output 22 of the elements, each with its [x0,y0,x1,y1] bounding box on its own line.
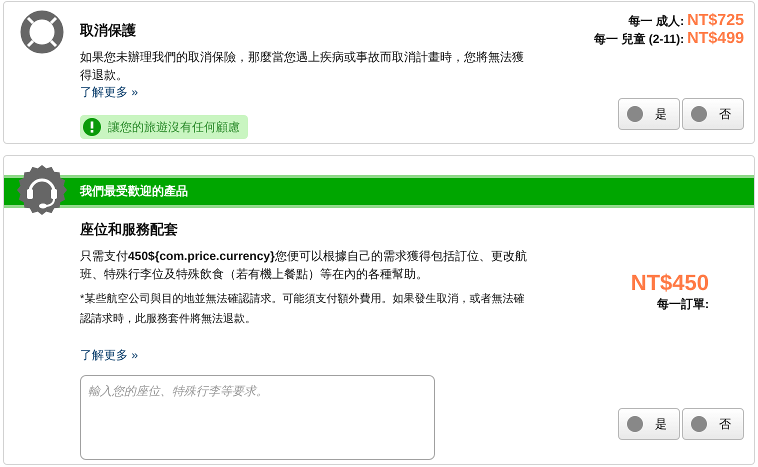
price-label: 每一 兒童 (2-11): [594,31,684,48]
price: NT$725 [687,12,744,30]
radio-option[interactable]: 是 [618,98,680,130]
price: NT$450 [630,270,709,296]
request-field[interactable]: 輸入您的座位、特殊行李等要求。 [80,375,435,460]
lifebuoy-icon [20,10,64,54]
radio-option[interactable]: 是 [618,408,680,440]
radio-option[interactable]: 否 [682,98,744,130]
description: 如果您未辦理我們的取消保險，那麼當您遇上疾病或事故而取消計畫時，您將無法獲得退款。 [80,49,525,84]
notice-badge: 讓您的旅遊沒有任何顧慮 [80,115,248,139]
section-title: 取消保護 [80,22,137,40]
price: NT$499 [687,30,744,48]
price-label: 每一訂單: [657,296,709,313]
headset-icon [17,165,67,215]
description: 只需支付450${com.price.currency}您便可以根據自己的需求獲得包括訂位、更改航班、特殊行李位及特殊飲食（若有機上餐點）等在內的各種幫助。 [80,248,528,283]
learn-more-link[interactable]: 了解更多 » [80,84,138,101]
disclaimer: *某些航空公司與目的地並無法確認請求。可能須支付額外費用。如果發生取消，或者無法確認請求時，此服務套件將無法退款。 [80,292,526,327]
price-label: 每一 成人: [628,13,684,30]
learn-more-link[interactable]: 了解更多 » [80,347,138,364]
section-title: 座位和服務配套 [80,221,179,239]
radio-option[interactable]: 否 [682,408,744,440]
banner-title: 我們最受歡迎的產品 [80,183,188,200]
